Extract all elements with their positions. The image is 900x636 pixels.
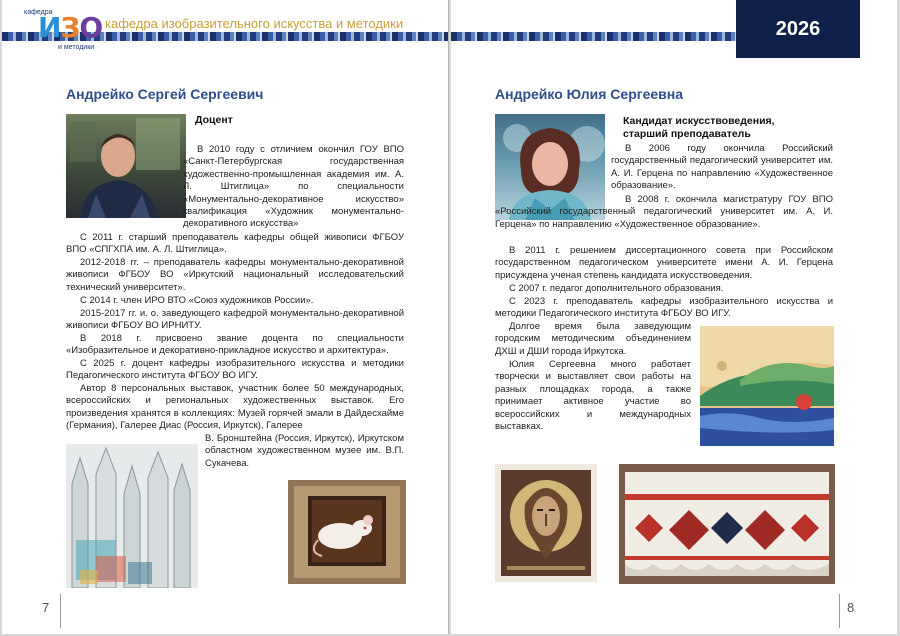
bio-paragraph: В 2011 г. решением диссертационного сове… bbox=[495, 245, 833, 281]
header-band bbox=[451, 32, 737, 41]
bio-paragraph: В 2010 году с отличием окончил ГОУ ВПО «… bbox=[183, 144, 404, 230]
artwork-mouse bbox=[288, 480, 406, 584]
bio-paragraph: 2015-2017 гг. и. о. заведующего кафедрой… bbox=[66, 308, 404, 332]
logo-caption-bottom: и методики bbox=[58, 44, 95, 51]
person-role: Кандидат искусствоведения, старший препо… bbox=[623, 115, 775, 141]
department-logo: кафедра ИЗО и методики bbox=[24, 9, 104, 53]
bio-paragraph: С 2023 г. преподаватель кафедры изобрази… bbox=[495, 296, 833, 320]
bio-paragraph: Автор 8 персональных выставок, участник … bbox=[66, 383, 404, 432]
role-line: Кандидат искусствоведения, bbox=[623, 115, 775, 127]
logo-letter: О bbox=[79, 11, 103, 44]
bio-paragraph: В 2008 г. окончила магистратуру ГОУ ВПО … bbox=[495, 194, 833, 230]
logo-letter: З bbox=[60, 11, 80, 44]
bio-paragraph: В 2018 г. присвоено звание доцента по сп… bbox=[66, 333, 404, 357]
right-page: 2026 Андрейко Юлия Сергеевна Кандидат ис… bbox=[451, 0, 897, 634]
bio-paragraph: В. Бронштейна (Россия, Иркутск), Иркутск… bbox=[205, 433, 404, 469]
page-number-divider bbox=[60, 594, 61, 628]
bio-paragraph: В 2006 году окончила Российский государс… bbox=[611, 143, 833, 192]
bio-paragraph: С 2014 г. член ИРО ВТО «Союз художников … bbox=[80, 295, 314, 306]
person-name: Андрейко Сергей Сергеевич bbox=[66, 86, 264, 102]
person-name: Андрейко Юлия Сергеевна bbox=[495, 86, 684, 102]
bio-paragraph: 2012-2018 гг. – преподаватель кафедры мо… bbox=[66, 257, 404, 293]
page-number-divider bbox=[839, 594, 840, 628]
left-page: кафедра ИЗО и методики кафедра изобразит… bbox=[2, 0, 449, 634]
page-number: 7 bbox=[42, 600, 50, 615]
artwork-icon-face bbox=[495, 464, 597, 582]
bio-paragraph: С 2025 г. доцент кафедры изобразительног… bbox=[66, 358, 404, 382]
page-number: 8 bbox=[847, 600, 855, 615]
bio-paragraph: С 2007 г. педагог дополнительного образо… bbox=[509, 283, 724, 294]
bio-paragraph: С 2011 г. старший преподаватель кафедры … bbox=[66, 232, 404, 256]
logo-letters: ИЗО bbox=[38, 11, 103, 44]
bio-paragraph: Юлия Сергеевна много работает творчески … bbox=[495, 359, 691, 433]
person-role: Доцент bbox=[195, 114, 233, 126]
artwork-embroidered-towel bbox=[619, 464, 835, 584]
role-line: старший преподаватель bbox=[623, 128, 751, 140]
logo-letter: И bbox=[38, 11, 61, 44]
portrait-photo bbox=[66, 114, 186, 218]
bio-paragraph: Долгое время была заведующим городским м… bbox=[495, 321, 691, 357]
department-title: кафедра изобразительного искусства и мет… bbox=[105, 16, 404, 31]
year-badge: 2026 bbox=[736, 0, 860, 58]
artwork-landscape bbox=[700, 326, 834, 446]
artwork-architecture bbox=[66, 444, 198, 588]
